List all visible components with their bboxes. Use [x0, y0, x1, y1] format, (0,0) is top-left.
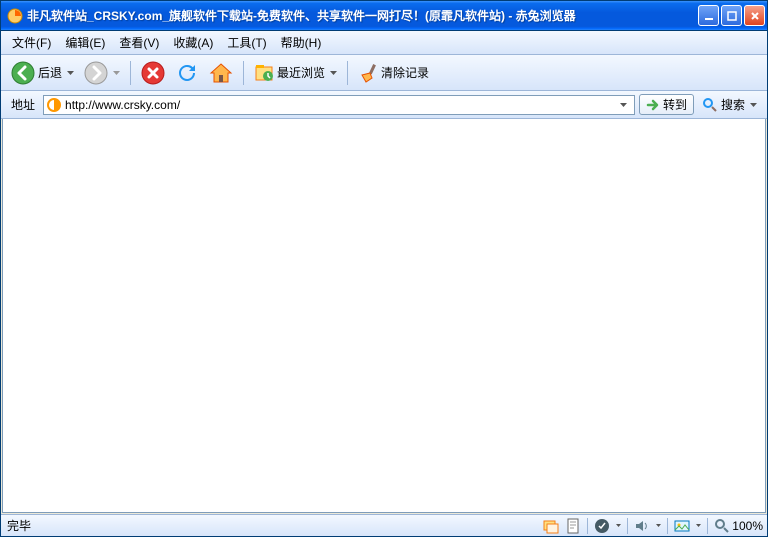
menu-bar: 文件(F) 编辑(E) 查看(V) 收藏(A) 工具(T) 帮助(H) — [1, 31, 767, 55]
maximize-button[interactable] — [721, 5, 742, 26]
chevron-down-icon[interactable] — [616, 524, 621, 527]
home-button[interactable] — [205, 59, 237, 87]
separator — [707, 518, 708, 534]
separator — [243, 61, 244, 85]
chevron-down-icon[interactable] — [656, 524, 661, 527]
go-label: 转到 — [663, 96, 687, 113]
menu-favorites[interactable]: 收藏(A) — [166, 31, 220, 54]
search-icon — [702, 97, 718, 113]
zoom-control[interactable]: 100% — [714, 518, 763, 534]
stop-button[interactable] — [137, 59, 169, 87]
refresh-icon — [175, 61, 199, 85]
app-icon — [7, 8, 23, 24]
menu-help[interactable]: 帮助(H) — [274, 31, 329, 54]
home-icon — [209, 61, 233, 85]
zoom-icon — [714, 518, 730, 534]
broom-icon — [358, 63, 378, 83]
search-label: 搜索 — [721, 96, 745, 113]
separator — [347, 61, 348, 85]
address-input-wrap[interactable] — [43, 95, 635, 115]
search-button[interactable]: 搜索 — [698, 95, 761, 114]
go-button[interactable]: 转到 — [639, 94, 694, 115]
chevron-down-icon — [750, 103, 757, 107]
address-input[interactable] — [65, 97, 616, 113]
chevron-down-icon[interactable] — [696, 524, 701, 527]
separator — [130, 61, 131, 85]
menu-edit[interactable]: 编辑(E) — [58, 31, 112, 54]
back-button[interactable]: 后退 — [7, 59, 78, 87]
title-bar: 非凡软件站_CRSKY.com_旗舰软件下载站-免费软件、共享软件一网打尽！(原… — [1, 1, 767, 31]
page-info-icon[interactable] — [565, 518, 581, 534]
address-bar: 地址 转到 搜索 — [1, 91, 767, 119]
chevron-down-icon — [67, 71, 74, 75]
minimize-button[interactable] — [698, 5, 719, 26]
window-title: 非凡软件站_CRSKY.com_旗舰软件下载站-免费软件、共享软件一网打尽！(原… — [27, 7, 698, 24]
clear-history-button[interactable]: 清除记录 — [354, 61, 433, 85]
back-label: 后退 — [38, 64, 62, 81]
stop-icon — [141, 61, 165, 85]
sound-icon[interactable] — [634, 518, 650, 534]
site-favicon — [46, 97, 62, 113]
menu-file[interactable]: 文件(F) — [5, 31, 58, 54]
close-button[interactable] — [744, 5, 765, 26]
page-content — [2, 119, 766, 513]
chevron-down-icon — [113, 71, 120, 75]
recent-button[interactable]: 最近浏览 — [250, 61, 341, 85]
images-icon[interactable] — [674, 518, 690, 534]
separator — [627, 518, 628, 534]
popup-blocker-icon[interactable] — [543, 518, 559, 534]
forward-icon — [84, 61, 108, 85]
script-icon[interactable] — [594, 518, 610, 534]
address-dropdown[interactable] — [616, 96, 632, 114]
menu-tools[interactable]: 工具(T) — [220, 31, 273, 54]
status-bar: 完毕 100% — [1, 514, 767, 536]
back-icon — [11, 61, 35, 85]
chevron-down-icon — [330, 71, 337, 75]
status-text: 完毕 — [5, 517, 543, 534]
separator — [667, 518, 668, 534]
zoom-level: 100% — [732, 519, 763, 533]
toolbar: 后退 最近浏览 清除记录 — [1, 55, 767, 91]
separator — [587, 518, 588, 534]
refresh-button[interactable] — [171, 59, 203, 87]
address-label: 地址 — [7, 96, 39, 113]
clear-label: 清除记录 — [381, 64, 429, 81]
menu-view[interactable]: 查看(V) — [112, 31, 166, 54]
go-arrow-icon — [646, 98, 660, 112]
forward-button[interactable] — [80, 59, 124, 87]
recent-label: 最近浏览 — [277, 64, 325, 81]
history-icon — [254, 63, 274, 83]
